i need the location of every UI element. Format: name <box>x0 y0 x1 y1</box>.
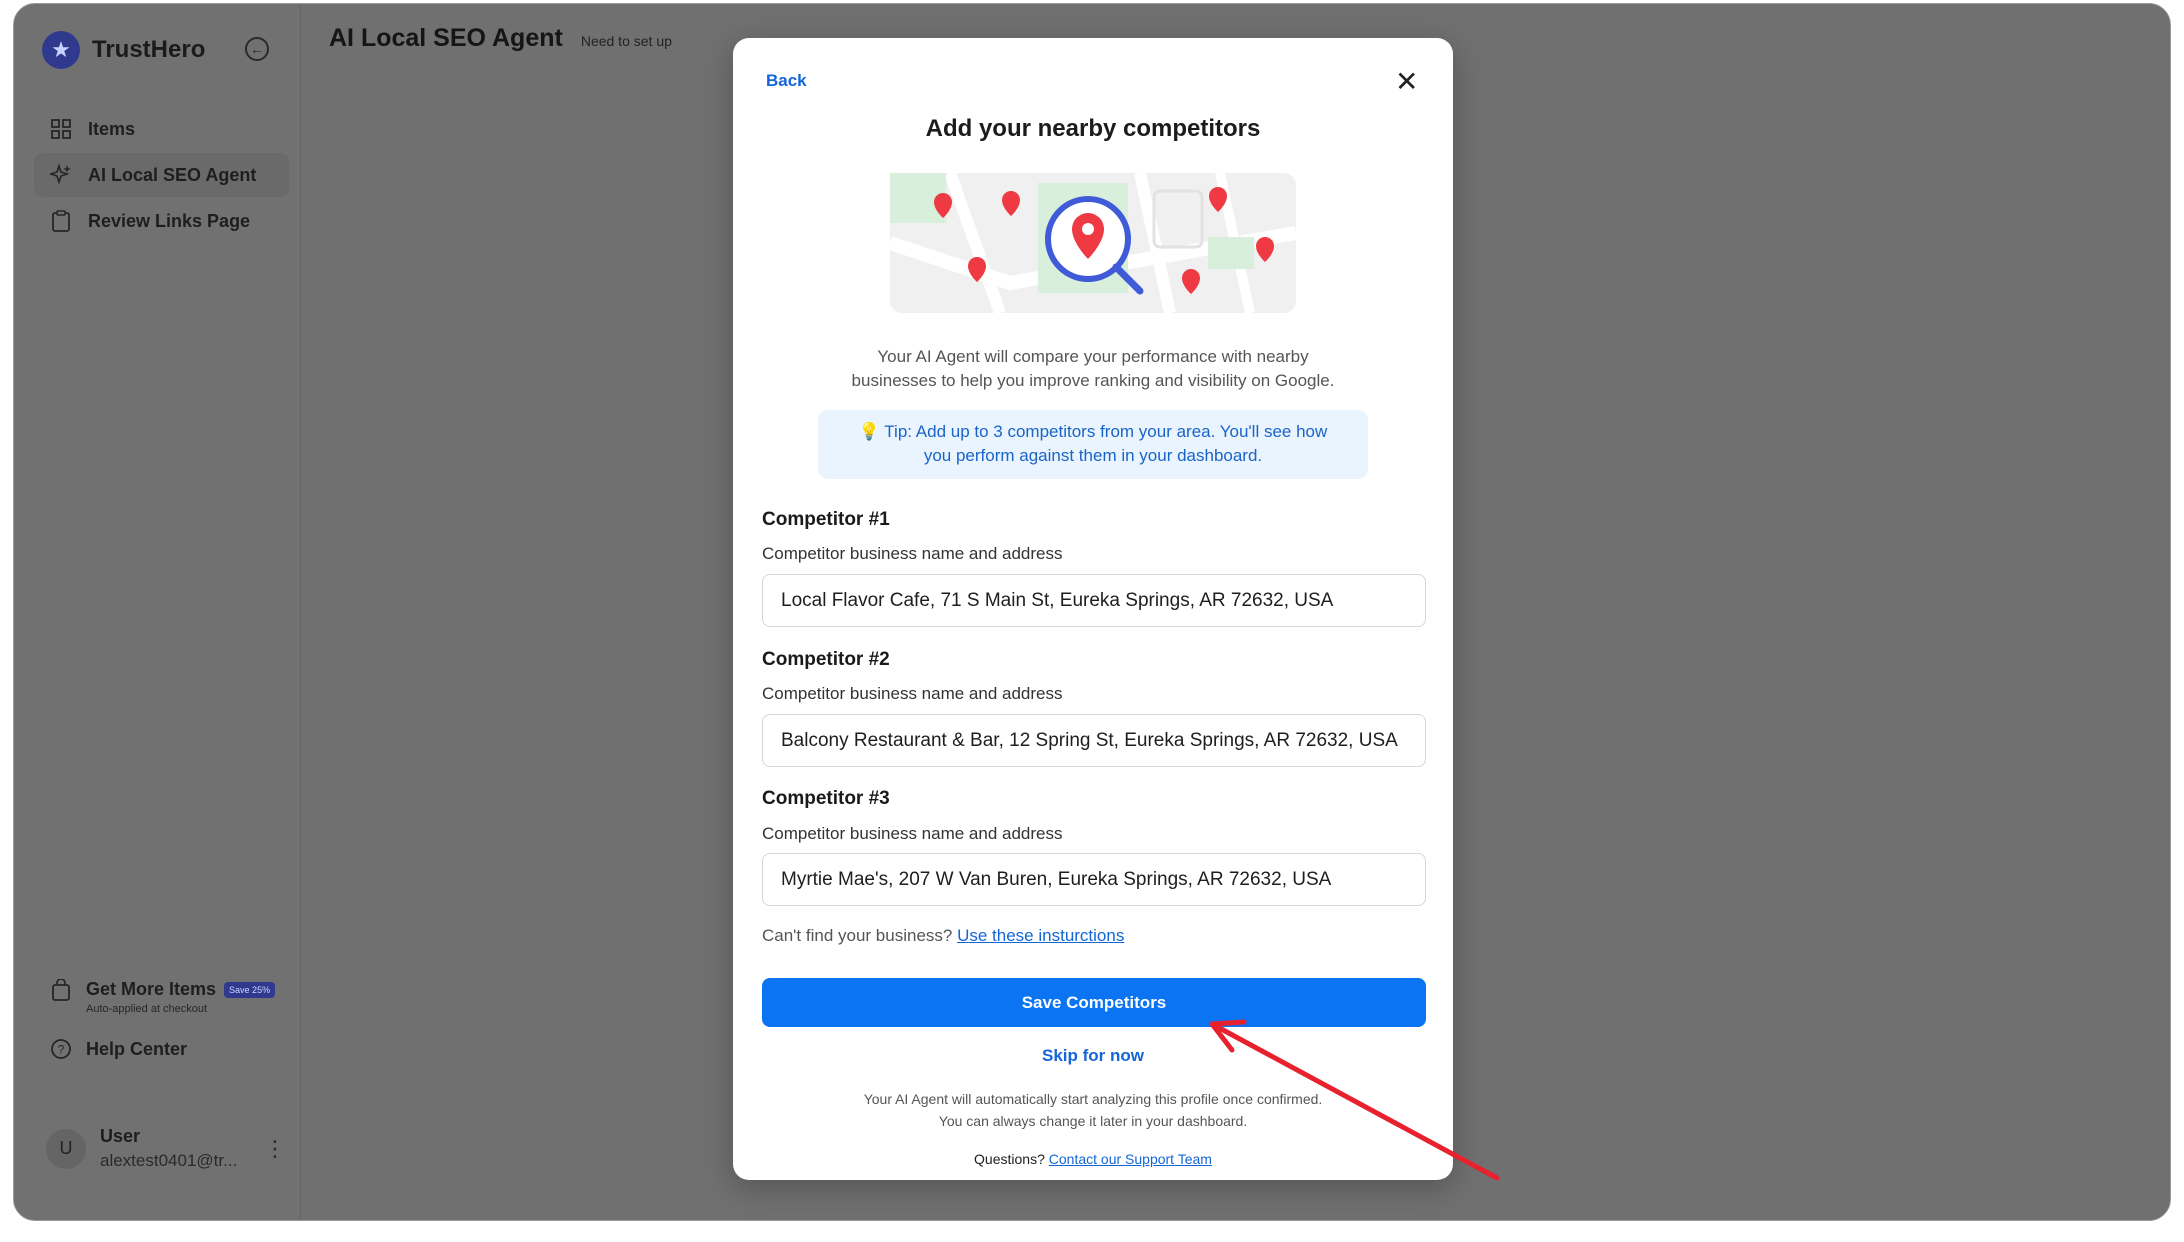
competitor-3-input[interactable] <box>762 853 1426 906</box>
competitor-2-heading: Competitor #2 <box>762 649 890 670</box>
page-header: AI Local SEO Agent Need to set up <box>329 24 672 53</box>
footer-line-2: You can always change it later in your d… <box>938 1113 1248 1129</box>
page-title: AI Local SEO Agent <box>329 24 563 52</box>
map-search-illustration <box>890 173 1296 313</box>
get-more-items-promo[interactable]: Get More Items Save 25% Auto-applied at … <box>50 979 276 1015</box>
contact-support-link[interactable]: Contact our Support Team <box>1049 1151 1212 1167</box>
intro-line-2: businesses to help you improve ranking a… <box>851 371 1335 390</box>
grid-icon <box>50 118 72 140</box>
sidebar-item-label: Items <box>88 118 136 139</box>
svg-text:?: ? <box>58 1043 65 1057</box>
avatar: U <box>46 1128 86 1169</box>
competitor-2-input[interactable] <box>762 714 1426 767</box>
competitor-1-heading: Competitor #1 <box>762 509 890 530</box>
competitor-2-label: Competitor business name and address <box>762 684 1063 703</box>
cant-find-text: Can't find your business? <box>762 926 953 945</box>
footer-line-1: Your AI Agent will automatically start a… <box>863 1091 1323 1107</box>
status-badge: Need to set up <box>580 33 672 49</box>
competitor-1-label: Competitor business name and address <box>762 544 1063 563</box>
promo-title: Get More Items <box>86 979 217 999</box>
sidebar-item-ai-local-seo-agent[interactable]: AI Local SEO Agent <box>34 153 289 197</box>
user-email: alextest0401@tr... <box>100 1151 238 1170</box>
tip-line-1: 💡 Tip: Add up to 3 competitors from your… <box>858 422 1328 441</box>
intro-text: Your AI Agent will compare your performa… <box>813 345 1373 393</box>
collapse-left-icon[interactable]: ← <box>245 37 269 61</box>
modal-title: Add your nearby competitors <box>925 115 1261 142</box>
intro-line-1: Your AI Agent will compare your performa… <box>877 347 1309 366</box>
sparkles-icon <box>50 164 72 186</box>
promo-badge: Save 25% <box>224 981 276 998</box>
tip-line-2: you perform against them in your dashboa… <box>923 446 1263 465</box>
user-name: User <box>100 1126 141 1146</box>
add-competitors-modal: Back ✕ Add your nearby competitors Your … <box>733 38 1453 1180</box>
sidebar-item-items[interactable]: Items <box>34 107 289 151</box>
competitor-3-label: Competitor business name and address <box>762 824 1063 843</box>
brand-name: TrustHero <box>92 36 206 63</box>
cant-find-row: Can't find your business? Use these inst… <box>762 926 1124 946</box>
sidebar-nav: Items AI Local SEO Agent Review Links Pa… <box>34 107 289 245</box>
more-vertical-icon[interactable]: ⋮ <box>264 1136 286 1162</box>
shopping-bag-icon <box>50 979 72 1001</box>
competitor-3-heading: Competitor #3 <box>762 788 890 809</box>
help-circle-icon: ? <box>50 1038 72 1060</box>
back-button[interactable]: Back <box>766 71 807 91</box>
star-icon: ★ <box>42 31 80 69</box>
sidebar-item-label: AI Local SEO Agent <box>88 164 257 185</box>
instructions-link[interactable]: Use these insturctions <box>957 926 1124 945</box>
questions-text: Questions? <box>974 1151 1045 1167</box>
sidebar-item-review-links-page[interactable]: Review Links Page <box>34 199 289 243</box>
tip-box: 💡 Tip: Add up to 3 competitors from your… <box>818 410 1368 479</box>
clipboard-icon <box>50 210 72 232</box>
sidebar-item-label: Review Links Page <box>88 210 251 231</box>
user-profile[interactable]: U User alextest0401@tr... ⋮ <box>46 1126 286 1171</box>
questions-row: Questions? Contact our Support Team <box>733 1151 1453 1167</box>
close-icon[interactable]: ✕ <box>1395 68 1418 96</box>
promo-subtitle: Auto-applied at checkout <box>86 1003 208 1015</box>
save-competitors-button[interactable]: Save Competitors <box>762 978 1426 1027</box>
competitor-1-input[interactable] <box>762 574 1426 627</box>
brand[interactable]: ★ TrustHero <box>42 31 205 69</box>
skip-for-now-button[interactable]: Skip for now <box>733 1046 1453 1066</box>
footer-note: Your AI Agent will automatically start a… <box>793 1088 1393 1132</box>
help-center-link[interactable]: ? Help Center <box>50 1038 187 1060</box>
sidebar: ★ TrustHero ← Items AI Local SEO Agent R… <box>14 4 301 1220</box>
help-center-label: Help Center <box>86 1038 188 1059</box>
